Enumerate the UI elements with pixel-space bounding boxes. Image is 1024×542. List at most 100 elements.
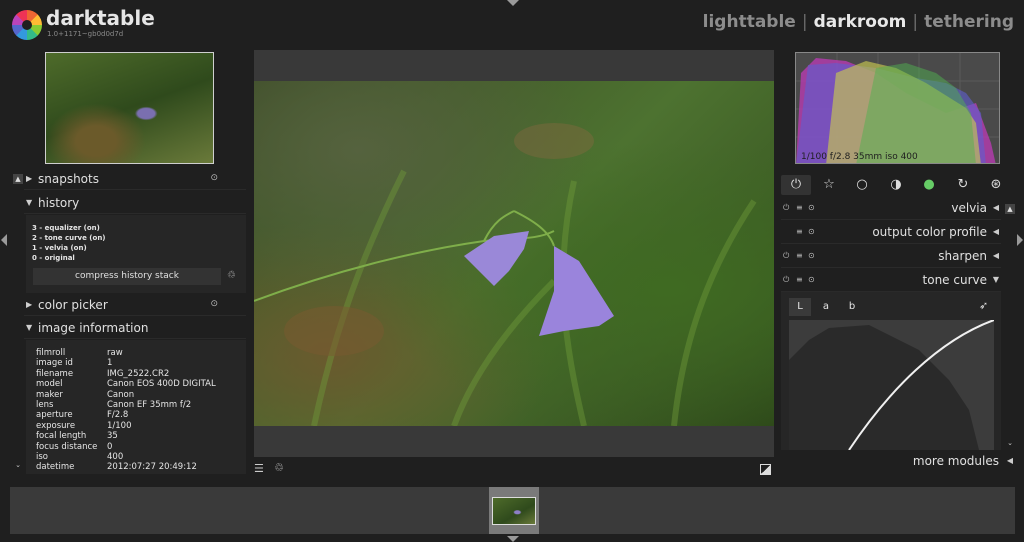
center-bottom-toolbar: ☰ ♲ xyxy=(254,460,774,480)
module-power-icon[interactable]: ⏻ xyxy=(783,203,789,213)
history-item[interactable]: 1 - velvia (on) xyxy=(32,244,87,252)
module-image-information[interactable]: ▼ image information xyxy=(24,319,246,339)
info-value: 1 xyxy=(107,358,113,369)
module-label: snapshots xyxy=(38,172,99,186)
info-value: IMG_2522.CR2 xyxy=(107,368,170,379)
main-photo[interactable] xyxy=(254,81,774,426)
blend-icon[interactable]: ≡ xyxy=(796,203,803,212)
view-lighttable[interactable]: lighttable xyxy=(703,12,796,32)
tab-l-channel[interactable]: L xyxy=(789,298,811,316)
presets-icon[interactable]: ⊙ xyxy=(808,203,815,212)
module-color-picker[interactable]: ▶ color picker ⊙ xyxy=(24,296,246,316)
right-scroll-down-icon[interactable]: ⌄ xyxy=(1005,438,1015,448)
expand-triangle-icon: ◀ xyxy=(992,251,999,260)
presets-icon[interactable]: ⊙ xyxy=(808,275,815,284)
color-circle-icon[interactable]: ● xyxy=(914,175,944,195)
info-row: image id 1 xyxy=(36,358,112,368)
quick-access-menu-icon[interactable]: ☰ xyxy=(254,462,264,475)
expand-triangle-icon: ▶ xyxy=(26,300,33,309)
presets-icon[interactable]: ⊙ xyxy=(808,227,815,236)
scroll-up-icon[interactable]: ▲ xyxy=(13,174,23,184)
right-scroll-up-icon[interactable]: ▲ xyxy=(1005,204,1015,214)
info-row: maker Canon xyxy=(36,390,134,400)
module-power-icon[interactable]: ⏻ xyxy=(783,251,789,261)
presets-icon[interactable]: ⊙ xyxy=(210,299,218,309)
info-value: 0 xyxy=(107,441,113,452)
module-history[interactable]: ▼ history xyxy=(24,194,246,214)
circle-icon[interactable]: ○ xyxy=(847,175,877,195)
module-label: tone curve xyxy=(922,273,987,287)
color-picker-icon[interactable]: ➶ xyxy=(979,299,988,312)
history-item[interactable]: 3 - equalizer (on) xyxy=(32,224,100,232)
presets-icon[interactable]: ⊙ xyxy=(210,173,218,183)
power-icon[interactable]: ⏻ xyxy=(781,175,811,195)
info-row: focal length 35 xyxy=(36,431,118,441)
blend-icon[interactable]: ≡ xyxy=(796,251,803,260)
tone-curve-svg xyxy=(789,319,995,450)
view-tethering[interactable]: tethering xyxy=(924,12,1014,32)
darktable-logo-icon xyxy=(12,10,42,40)
collapse-triangle-icon: ▼ xyxy=(992,275,999,284)
collapse-triangle-icon: ▼ xyxy=(26,198,33,207)
toggle-top-panel-arrow-icon[interactable] xyxy=(507,0,519,6)
module-power-icon[interactable]: ⏻ xyxy=(783,275,789,285)
module-tone-curve[interactable]: ⏻ ≡ ⊙ tone curve ▼ xyxy=(781,270,1001,292)
module-snapshots[interactable]: ▶ snapshots ⊙ xyxy=(24,170,246,190)
info-row: filmroll raw xyxy=(36,348,123,358)
filmstrip-thumbnail[interactable] xyxy=(492,497,536,525)
info-row: focus distance 0 xyxy=(36,442,112,452)
module-output-color-profile[interactable]: ≡ ⊙ output color profile ◀ xyxy=(781,222,1001,244)
create-style-icon[interactable]: ♲ xyxy=(227,270,236,281)
info-key: filmroll xyxy=(36,348,66,358)
blend-icon[interactable]: ≡ xyxy=(796,275,803,284)
module-label: color picker xyxy=(38,298,108,312)
half-circle-icon[interactable]: ◑ xyxy=(881,175,911,195)
info-key: maker xyxy=(36,389,63,400)
info-key: filename xyxy=(36,368,74,379)
info-value: F/2.8 xyxy=(107,410,129,421)
expand-triangle-icon: ◀ xyxy=(992,203,999,212)
histogram[interactable]: 1/100 f/2.8 35mm iso 400 xyxy=(795,52,1000,164)
info-row: filename IMG_2522.CR2 xyxy=(36,369,169,379)
presets-icon[interactable]: ⊙ xyxy=(808,251,815,260)
module-sharpen[interactable]: ⏻ ≡ ⊙ sharpen ◀ xyxy=(781,246,1001,268)
toggle-bottom-panel-arrow-icon[interactable] xyxy=(507,536,519,542)
info-value: 400 xyxy=(107,452,124,462)
scroll-down-icon[interactable]: ⌄ xyxy=(13,460,23,470)
loop-icon[interactable]: ↻ xyxy=(948,175,978,195)
info-value: 35 xyxy=(107,431,118,442)
info-value: Canon xyxy=(107,389,135,400)
expand-triangle-icon: ▶ xyxy=(26,174,33,183)
filmstrip xyxy=(10,487,1015,534)
info-key: focal length xyxy=(36,431,87,442)
tab-a-channel[interactable]: a xyxy=(815,298,837,316)
view-separator: | xyxy=(912,12,919,32)
blend-icon[interactable]: ≡ xyxy=(796,227,803,236)
overexposed-toggle-icon[interactable] xyxy=(760,464,771,475)
info-row: exposure 1/100 xyxy=(36,421,132,431)
navigation-preview[interactable] xyxy=(45,52,214,164)
toggle-right-panel-arrow-icon[interactable] xyxy=(1017,234,1023,246)
toggle-left-panel-arrow-icon[interactable] xyxy=(1,234,7,246)
star-icon[interactable]: ☆ xyxy=(814,175,844,195)
history-item[interactable]: 0 - original xyxy=(32,254,75,262)
app-version: 1.0+1171~gb0d0d7d xyxy=(47,30,124,38)
info-key: model xyxy=(36,379,63,390)
tone-curve-graph[interactable] xyxy=(789,319,995,450)
left-panel: ▲ ⌄ ▶ snapshots ⊙ ▼ history 3 - equalize… xyxy=(10,48,250,474)
filmstrip-thumbnail-cell[interactable] xyxy=(489,487,539,534)
more-modules-label: more modules xyxy=(912,454,999,468)
app-name: darktable xyxy=(46,6,155,30)
module-velvia[interactable]: ⏻ ≡ ⊙ velvia ◀ xyxy=(781,198,1001,220)
top-bar: darktable 1.0+1171~gb0d0d7d lighttable | d… xyxy=(0,0,1024,48)
info-value: Canon EOS 400D DIGITAL xyxy=(107,379,216,390)
effect-icon[interactable]: ⊛ xyxy=(981,175,1011,195)
styles-icon[interactable]: ♲ xyxy=(274,461,284,474)
info-key: image id xyxy=(36,358,73,369)
tab-b-channel[interactable]: b xyxy=(841,298,863,316)
history-item[interactable]: 2 - tone curve (on) xyxy=(32,234,106,242)
compress-history-button[interactable]: compress history stack xyxy=(33,268,221,285)
view-darkroom[interactable]: darkroom xyxy=(814,12,907,32)
more-modules-button[interactable]: more modules ◀ xyxy=(781,452,1015,472)
info-row: datetime 2012:07:27 20:49:12 xyxy=(36,462,197,472)
